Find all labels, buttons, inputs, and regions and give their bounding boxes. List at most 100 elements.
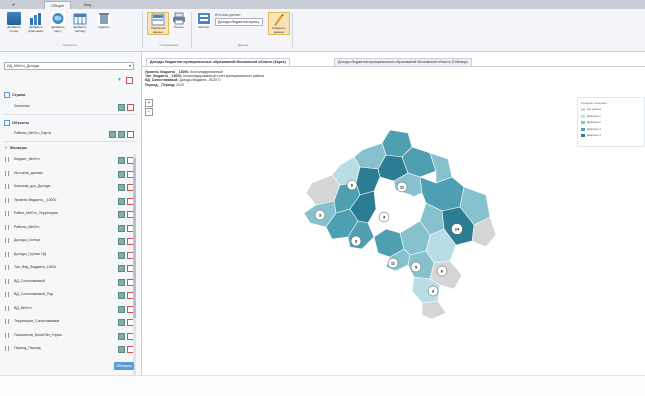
drag-handle-icon[interactable] xyxy=(5,265,9,270)
settings-icon[interactable] xyxy=(118,332,125,340)
legend-swatch xyxy=(581,114,585,118)
filter-item[interactable]: Районы_МнОтч xyxy=(4,224,137,232)
columns-section-title: Объекты xyxy=(4,120,29,126)
legend-item: Нет данных xyxy=(581,108,601,112)
clear-icon[interactable] xyxy=(126,77,133,84)
ribbon-separator xyxy=(292,12,293,48)
legend-swatch xyxy=(581,121,585,124)
legend-label: Диапазон 4 xyxy=(587,134,601,138)
filter-item[interactable]: Район_МнОтч_Территория xyxy=(4,210,137,218)
drag-handle-icon[interactable] xyxy=(5,332,9,338)
tab-table[interactable]: Доходы бюджетов муниципальных образовани… xyxy=(334,58,472,66)
map-legend: Средние значения Нет данных Диапазон 1 Диа… xyxy=(577,97,645,147)
filter-item[interactable]: ВД_Сопоставимый xyxy=(4,278,137,286)
dataset-dropdown-value: ИД_МнОтч_Доходы xyxy=(7,64,40,68)
summary-line: Период__Период: 2019 xyxy=(145,82,184,87)
drag-handle-icon[interactable] xyxy=(5,211,9,216)
marker-label: 24 xyxy=(455,227,460,232)
drag-handle-icon[interactable] xyxy=(5,346,9,351)
document-tabs: Доходы бюджетов муниципальных образовани… xyxy=(142,58,645,67)
drag-handle-icon[interactable] xyxy=(5,184,9,189)
ribbon-separator xyxy=(142,12,143,48)
settings-icon[interactable] xyxy=(118,170,125,178)
settings-icon[interactable] xyxy=(118,278,125,286)
ribbon-group-label: Элементы xyxy=(62,43,78,47)
add-map-button[interactable]: Добавить карту xyxy=(48,12,68,33)
add-row-button[interactable]: Добавить строку xyxy=(4,12,24,33)
legend-label: Диапазон 2 xyxy=(587,121,601,125)
export-icon xyxy=(197,12,211,25)
drag-handle-icon[interactable] xyxy=(5,251,9,257)
columns-icon xyxy=(4,120,10,126)
filter-item[interactable]: Классиф_дох_Доходы xyxy=(4,183,137,191)
settings-icon[interactable] xyxy=(118,104,125,111)
settings-icon[interactable] xyxy=(118,319,125,326)
filter-item[interactable]: Доходы_Группы ОД xyxy=(4,251,137,259)
filter-funnel-icon[interactable]: ▼ xyxy=(117,77,122,83)
legend-item: Диапазон 3 xyxy=(581,127,601,132)
filter-item[interactable]: ВД_Сопоставимый_Ред xyxy=(4,291,137,299)
settings-icon[interactable] xyxy=(118,265,125,272)
drag-handle-icon[interactable] xyxy=(5,319,9,324)
ribbon-toolbar: Добавить строку Добавить диаграмму Добав… xyxy=(0,9,645,52)
chart-icon xyxy=(29,12,43,25)
filter-item[interactable]: Источник_данных xyxy=(4,170,137,178)
settings-icon[interactable] xyxy=(118,211,125,218)
delete-button[interactable]: Удалить xyxy=(94,12,114,30)
remove-icon[interactable] xyxy=(127,104,134,111)
apply-button[interactable]: Обновить xyxy=(114,362,134,370)
drag-handle-icon[interactable] xyxy=(5,224,9,230)
drag-handle-icon[interactable] xyxy=(5,157,9,162)
filter-item[interactable]: Уровень бюджета__13000 xyxy=(4,197,137,205)
app-menu-tab[interactable]: Ф xyxy=(6,1,21,9)
drag-handle-icon[interactable] xyxy=(5,238,9,243)
filter-item[interactable]: Бюджет_МнОтч xyxy=(4,156,137,164)
data-source-combo[interactable]: Доходы бюджетов муниц. xyxy=(215,18,263,26)
settings-icon[interactable] xyxy=(118,292,125,299)
export-button[interactable]: Экспорт xyxy=(194,12,214,30)
chart-toggle-icon[interactable] xyxy=(118,131,125,138)
drag-handle-icon[interactable] xyxy=(5,278,9,284)
settings-icon[interactable] xyxy=(118,346,125,353)
settings-icon[interactable] xyxy=(118,238,125,245)
divider xyxy=(4,114,137,115)
data-source-caption: Источник данных xyxy=(215,13,241,17)
zoom-out-button[interactable]: − xyxy=(145,108,153,116)
map-region xyxy=(355,166,381,196)
tab-map[interactable]: Доходы бюджетов муниципальных образовани… xyxy=(146,58,290,66)
settings-icon[interactable] xyxy=(118,224,125,232)
settings-icon[interactable] xyxy=(118,305,125,313)
settings-icon[interactable] xyxy=(109,131,116,138)
drag-handle-icon[interactable] xyxy=(5,197,9,203)
scrollbar[interactable] xyxy=(133,154,136,376)
drag-handle-icon[interactable] xyxy=(5,305,9,311)
filter-item[interactable]: Период_Период xyxy=(4,345,137,353)
filter-item[interactable]: ВД_МнОтч xyxy=(4,305,137,313)
edit-data-button[interactable]: Изменить данные xyxy=(268,12,290,35)
list-item[interactable]: Значения xyxy=(4,103,137,111)
highlight-data-button[interactable]: Подсветка данных xyxy=(147,12,169,35)
add-table-button[interactable]: Добавить таблицу xyxy=(70,12,90,33)
drag-handle-icon[interactable] xyxy=(5,170,9,176)
dataset-dropdown[interactable]: ИД_МнОтч_Доходы ▾ xyxy=(4,62,134,70)
remove-icon[interactable] xyxy=(127,131,134,138)
ribbon-separator xyxy=(191,12,192,48)
settings-icon[interactable] xyxy=(118,197,125,205)
settings-icon[interactable] xyxy=(118,157,125,164)
scrollbar-thumb[interactable] xyxy=(133,158,136,318)
tab-view[interactable]: Вид xyxy=(78,1,97,9)
legend-item: Диапазон 4 xyxy=(581,134,601,138)
drag-handle-icon[interactable] xyxy=(5,292,9,297)
zoom-in-button[interactable]: + xyxy=(145,99,153,107)
filter-item[interactable]: Доходы_Статьи xyxy=(4,237,137,245)
divider xyxy=(4,141,137,142)
settings-icon[interactable] xyxy=(118,184,125,191)
add-chart-button[interactable]: Добавить диаграмму xyxy=(26,12,46,33)
legend-label: Диапазон 1 xyxy=(587,114,601,118)
filter-item[interactable]: Территории_Сопоставимые xyxy=(4,318,137,326)
filter-item[interactable]: Показатели_МоскОбл_Учреж xyxy=(4,332,137,340)
print-button[interactable]: Печать xyxy=(169,12,189,30)
filter-item[interactable]: Тип_Фед_бюджета_13000 xyxy=(4,264,137,272)
list-item[interactable]: Районы_МнОтч_Карта xyxy=(4,130,137,138)
settings-icon[interactable] xyxy=(118,251,125,259)
